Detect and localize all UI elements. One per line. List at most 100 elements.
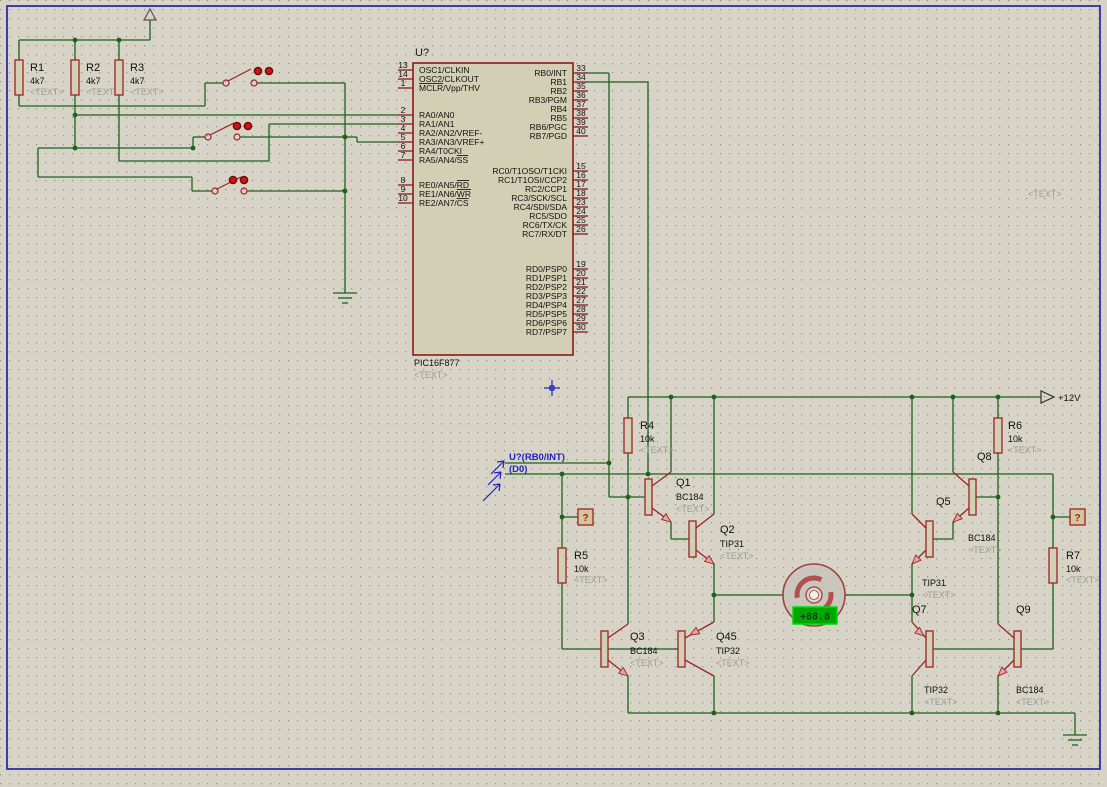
transistor-text-placeholder: <TEXT> xyxy=(968,545,1002,555)
floating-text-placeholder: <TEXT> xyxy=(1028,189,1062,199)
junction-dot xyxy=(559,514,565,520)
transistor-ref-label[interactable]: Q5 xyxy=(936,496,951,508)
junction-dot xyxy=(559,471,565,477)
transistor-ref-label[interactable]: Q45 xyxy=(716,631,737,643)
resistor-value-label[interactable]: 10k xyxy=(640,434,655,444)
junction-dot xyxy=(645,471,651,477)
junction-dot xyxy=(1050,514,1056,520)
switch-actuator-icon[interactable] xyxy=(253,66,263,76)
net-label-rb0[interactable]: U?(RB0/INT) xyxy=(509,452,565,463)
resistor-r1[interactable] xyxy=(14,59,24,96)
transistor-part-label[interactable]: BC184 xyxy=(1016,685,1044,695)
junction-dot xyxy=(342,188,348,194)
resistor-ref-label[interactable]: R7 xyxy=(1066,550,1080,562)
transistor-base-bar[interactable] xyxy=(925,630,934,668)
transistor-text-placeholder: <TEXT> xyxy=(676,504,710,514)
transistor-ref-label[interactable]: Q8 xyxy=(977,451,992,463)
transistor-base-bar[interactable] xyxy=(688,520,697,558)
pin-number-label: 30 xyxy=(576,322,586,332)
junction-dot xyxy=(72,37,78,43)
pin-name-label: RC7/RX/DT xyxy=(522,229,567,239)
schematic-sheet: +12VU?PIC16F877<TEXT>13 OSC1/CLKIN14 OSC2/… xyxy=(0,0,1107,787)
junction-dot xyxy=(909,592,915,598)
resistor-ref-label[interactable]: R2 xyxy=(86,62,100,74)
resistor-body[interactable] xyxy=(623,417,633,454)
probe-label: ? xyxy=(1074,513,1080,524)
pin-number-label: 26 xyxy=(576,224,586,234)
transistor-part-label[interactable]: BC184 xyxy=(676,492,704,502)
transistor-base-bar[interactable] xyxy=(925,520,934,558)
resistor-value-label[interactable]: 10k xyxy=(574,564,589,574)
pin-name-label: MCLR/Vpp/THV xyxy=(419,83,480,93)
resistor-value-label[interactable]: 4k7 xyxy=(86,76,101,86)
transistor-base-bar[interactable] xyxy=(1013,630,1022,668)
junction-dot xyxy=(72,145,78,151)
switch-actuator-icon[interactable] xyxy=(243,121,253,131)
resistor-ref-label[interactable]: R5 xyxy=(574,550,588,562)
transistor-text-placeholder: <TEXT> xyxy=(922,590,956,600)
junction-dot xyxy=(625,494,631,500)
resistor-r3[interactable] xyxy=(114,59,124,96)
resistor-r7[interactable] xyxy=(1048,547,1058,584)
transistor-base-bar[interactable] xyxy=(968,478,977,516)
pin-name-label: RA5/AN4/SS xyxy=(419,155,468,165)
net-label-d0[interactable]: (D0) xyxy=(509,464,527,475)
transistor-part-label[interactable]: TIP31 xyxy=(720,539,744,549)
resistor-body[interactable] xyxy=(114,59,124,96)
resistor-r4[interactable] xyxy=(623,417,633,454)
transistor-base-bar[interactable] xyxy=(600,630,609,668)
resistor-r5[interactable] xyxy=(557,547,567,584)
resistor-text-placeholder: <TEXT> xyxy=(1066,575,1100,585)
switch-actuator-icon[interactable] xyxy=(228,175,238,185)
chip-ref-label[interactable]: U? xyxy=(415,47,429,59)
transistor-text-placeholder: <TEXT> xyxy=(630,658,664,668)
resistor-text-placeholder: <TEXT> xyxy=(130,87,164,97)
pin-name-label: RE2/AN7/CS xyxy=(419,198,469,208)
junction-dot xyxy=(606,460,612,466)
resistor-value-label[interactable]: 10k xyxy=(1066,564,1081,574)
resistor-body[interactable] xyxy=(1048,547,1058,584)
transistor-part-label[interactable]: TIP32 xyxy=(924,685,948,695)
resistor-ref-label[interactable]: R1 xyxy=(30,62,44,74)
resistor-body[interactable] xyxy=(993,417,1003,454)
resistor-text-placeholder: <TEXT> xyxy=(574,575,608,585)
transistor-part-label[interactable]: BC184 xyxy=(630,646,658,656)
transistor-ref-label[interactable]: Q2 xyxy=(720,524,735,536)
transistor-ref-label[interactable]: Q3 xyxy=(630,631,645,643)
transistor-part-label[interactable]: TIP31 xyxy=(922,578,946,588)
resistor-r2[interactable] xyxy=(70,59,80,96)
resistor-body[interactable] xyxy=(14,59,24,96)
junction-dot xyxy=(711,592,717,598)
junction-dot xyxy=(995,710,1001,716)
resistor-body[interactable] xyxy=(557,547,567,584)
junction-dot xyxy=(668,394,674,400)
pin-number-label: 1 xyxy=(401,78,406,88)
transistor-text-placeholder: <TEXT> xyxy=(716,658,750,668)
resistor-text-placeholder: <TEXT> xyxy=(640,445,674,455)
transistor-text-placeholder: <TEXT> xyxy=(720,551,754,561)
transistor-part-label[interactable]: TIP32 xyxy=(716,646,740,656)
transistor-ref-label[interactable]: Q1 xyxy=(676,477,691,489)
chip-text-placeholder: <TEXT> xyxy=(414,370,448,380)
junction-dot xyxy=(190,145,196,151)
transistor-part-label[interactable]: BC184 xyxy=(968,533,996,543)
resistor-value-label[interactable]: 4k7 xyxy=(130,76,145,86)
resistor-ref-label[interactable]: R6 xyxy=(1008,420,1022,432)
transistor-base-bar[interactable] xyxy=(677,630,686,668)
pin-name-label: RB7/PGD xyxy=(530,131,567,141)
transistor-ref-label[interactable]: Q9 xyxy=(1016,604,1031,616)
resistor-value-label[interactable]: 10k xyxy=(1008,434,1023,444)
junction-dot xyxy=(342,134,348,140)
resistor-value-label[interactable]: 4k7 xyxy=(30,76,45,86)
switch-actuator-icon[interactable] xyxy=(232,121,242,131)
chip-part-label[interactable]: PIC16F877 xyxy=(414,358,460,368)
resistor-body[interactable] xyxy=(70,59,80,96)
resistor-ref-label[interactable]: R4 xyxy=(640,420,654,432)
switch-actuator-icon[interactable] xyxy=(239,175,249,185)
resistor-r6[interactable] xyxy=(993,417,1003,454)
resistor-ref-label[interactable]: R3 xyxy=(130,62,144,74)
junction-dot xyxy=(116,37,122,43)
transistor-ref-label[interactable]: Q7 xyxy=(912,604,927,616)
transistor-base-bar[interactable] xyxy=(644,478,653,516)
switch-actuator-icon[interactable] xyxy=(264,66,274,76)
